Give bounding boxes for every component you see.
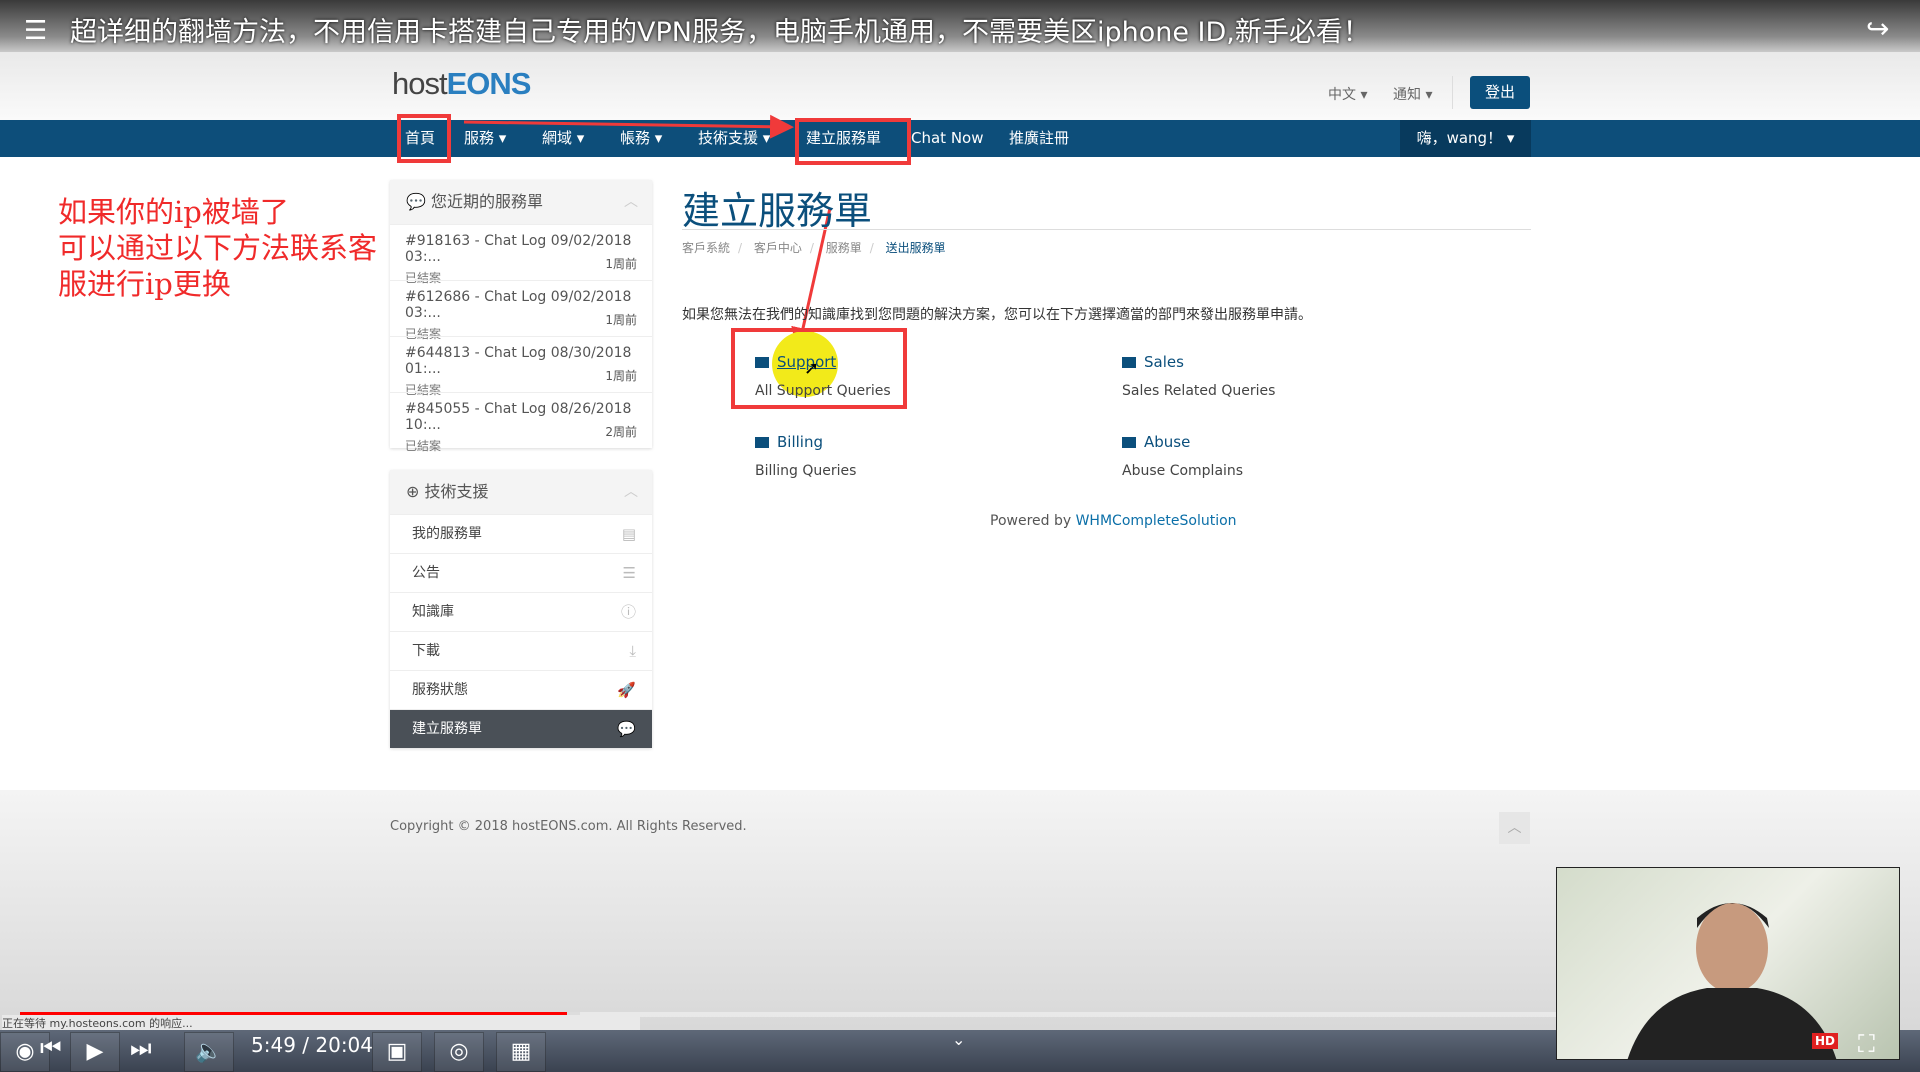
download-icon: ⤓ bbox=[629, 642, 636, 660]
link-label: 知識庫 bbox=[412, 604, 454, 620]
envelope-icon bbox=[1122, 357, 1136, 368]
previous-icon[interactable]: ⏮ bbox=[40, 1034, 62, 1062]
hd-badge[interactable]: HD bbox=[1812, 1033, 1839, 1049]
ticket-icon: ▤ bbox=[621, 525, 636, 543]
ticket-age: 2周前 bbox=[605, 425, 637, 439]
next-icon[interactable]: ⏭ bbox=[130, 1034, 152, 1062]
info-icon: ⓘ bbox=[620, 603, 636, 621]
ticket-item[interactable]: #918163 - Chat Log 09/02/2018 03:... 已結案 1… bbox=[390, 224, 652, 285]
chevron-down-icon[interactable]: ⌄ bbox=[952, 1030, 965, 1049]
dept-desc: Billing Queries bbox=[755, 463, 857, 479]
breadcrumb-item[interactable]: 服務單 bbox=[826, 241, 862, 255]
browser-status-text: 正在等待 my.hosteons.com 的响应... bbox=[2, 1015, 640, 1031]
taskbar-app-icon[interactable]: ▣ bbox=[372, 1032, 422, 1072]
list-icon: ☰ bbox=[622, 564, 636, 582]
exit-fullscreen-icon[interactable]: ⛶ bbox=[1858, 1030, 1875, 1058]
rocket-icon: 🚀 bbox=[617, 681, 636, 699]
taskbar-folder-icon[interactable]: ▦ bbox=[496, 1032, 546, 1072]
dept-name: Sales bbox=[1144, 353, 1184, 371]
sidebar-item-announcements[interactable]: 公告 ☰ bbox=[390, 553, 652, 592]
dept-sales-link[interactable]: Sales bbox=[1122, 353, 1184, 371]
ticket-subject: #845055 - Chat Log 08/26/2018 10:... bbox=[405, 401, 632, 433]
dept-desc: Abuse Complains bbox=[1122, 463, 1244, 479]
powered-by: Powered by WHMCompleteSolution bbox=[990, 513, 1237, 529]
lifebuoy-icon: ⊕ bbox=[406, 482, 420, 501]
comments-icon: 💬 bbox=[406, 192, 426, 211]
page-title: 建立服務單 bbox=[682, 189, 873, 233]
presenter-silhouette bbox=[1627, 903, 1837, 1059]
envelope-icon bbox=[1122, 437, 1136, 448]
ticket-subject: #918163 - Chat Log 09/02/2018 03:... bbox=[405, 233, 632, 265]
ticket-item[interactable]: #612686 - Chat Log 09/02/2018 03:... 已結案 1… bbox=[390, 280, 652, 341]
sidebar-item-network-status[interactable]: 服務狀態 🚀 bbox=[390, 670, 652, 709]
panel-title: 您近期的服務單 bbox=[431, 192, 544, 211]
panel-title: 技術支援 bbox=[424, 482, 489, 501]
chevron-up-icon[interactable]: ︿ bbox=[624, 470, 638, 514]
dept-billing-link[interactable]: Billing bbox=[755, 433, 823, 451]
video-time: 5:49 / 20:04 bbox=[251, 1033, 374, 1057]
volume-icon[interactable]: 🔈 bbox=[184, 1032, 234, 1072]
link-label: 下載 bbox=[412, 643, 440, 659]
powered-prefix: Powered by bbox=[990, 513, 1076, 529]
ticket-item[interactable]: #845055 - Chat Log 08/26/2018 10:... 已結案 2… bbox=[390, 392, 652, 453]
sidebar-item-knowledgebase[interactable]: 知識庫 ⓘ bbox=[390, 592, 652, 631]
support-panel: ⊕ 技術支援 ︿ 我的服務單 ▤ 公告 ☰ 知識庫 ⓘ 下載 ⤓ 服務狀態 🚀 建立服務單 💬 bbox=[390, 470, 652, 748]
annotation-text: 如果你的ip被墙了 可以通过以下方法联系客 服进行ip更换 bbox=[58, 194, 377, 302]
link-label: 公告 bbox=[412, 565, 440, 581]
link-label: 建立服務單 bbox=[412, 721, 482, 737]
dept-name: Billing bbox=[777, 433, 823, 451]
breadcrumb: 客戶系統 / 客戶中心 / 服務單 / 送出服務單 bbox=[682, 241, 946, 255]
copyright: Copyright © 2018 hostEONS.com. All Right… bbox=[390, 819, 747, 834]
ticket-subject: #612686 - Chat Log 09/02/2018 03:... bbox=[405, 289, 632, 321]
ticket-subject: #644813 - Chat Log 08/30/2018 01:... bbox=[405, 345, 632, 377]
sidebar-item-downloads[interactable]: 下載 ⤓ bbox=[390, 631, 652, 670]
annotation-line: 如果你的ip被墙了 bbox=[58, 195, 289, 229]
dept-desc: Sales Related Queries bbox=[1122, 383, 1276, 399]
recent-tickets-panel: 💬 您近期的服務單 ︿ #918163 - Chat Log 09/02/2018… bbox=[390, 180, 652, 453]
sidebar-item-open-ticket[interactable]: 建立服務單 💬 bbox=[390, 709, 652, 748]
breadcrumb-item[interactable]: 客戶系統 bbox=[682, 241, 730, 255]
envelope-icon bbox=[755, 437, 769, 448]
link-label: 服務狀態 bbox=[412, 682, 468, 698]
comments-icon: 💬 bbox=[617, 720, 636, 738]
annotation-line: 可以通过以下方法联系客 bbox=[58, 231, 378, 265]
ticket-age: 1周前 bbox=[605, 313, 637, 327]
taskbar-app-icon[interactable]: ◎ bbox=[434, 1032, 484, 1072]
intro-text: 如果您無法在我們的知識庫找到您問題的解決方案，您可以在下方選擇適當的部門來發出服… bbox=[682, 307, 1312, 323]
sidebar-item-my-tickets[interactable]: 我的服務單 ▤ bbox=[390, 514, 652, 553]
arrow-to-open-ticket bbox=[463, 114, 794, 139]
title-divider bbox=[682, 229, 1531, 230]
ticket-status: 已結案 bbox=[405, 439, 442, 453]
support-header[interactable]: ⊕ 技術支援 ︿ bbox=[390, 470, 652, 514]
annotation-line: 服进行ip更换 bbox=[58, 267, 231, 301]
link-label: 我的服務單 bbox=[412, 526, 482, 542]
play-icon[interactable]: ▶ bbox=[70, 1032, 120, 1072]
breadcrumb-item[interactable]: 客戶中心 bbox=[754, 241, 802, 255]
ticket-age: 1周前 bbox=[605, 257, 637, 271]
whmcs-link[interactable]: WHMCompleteSolution bbox=[1076, 513, 1237, 529]
back-to-top-button[interactable]: ︿ bbox=[1499, 812, 1530, 844]
breadcrumb-current: 送出服務單 bbox=[885, 241, 946, 255]
ticket-item[interactable]: #644813 - Chat Log 08/30/2018 01:... 已結案 1… bbox=[390, 336, 652, 397]
ticket-age: 1周前 bbox=[605, 369, 637, 383]
dept-name: Abuse bbox=[1144, 433, 1191, 451]
dept-abuse-link[interactable]: Abuse bbox=[1122, 433, 1190, 451]
chevron-up-icon[interactable]: ︿ bbox=[624, 180, 638, 224]
annotation-box-support bbox=[731, 328, 907, 409]
webcam-overlay bbox=[1556, 867, 1900, 1060]
recent-tickets-header[interactable]: 💬 您近期的服務單 ︿ bbox=[390, 180, 652, 224]
